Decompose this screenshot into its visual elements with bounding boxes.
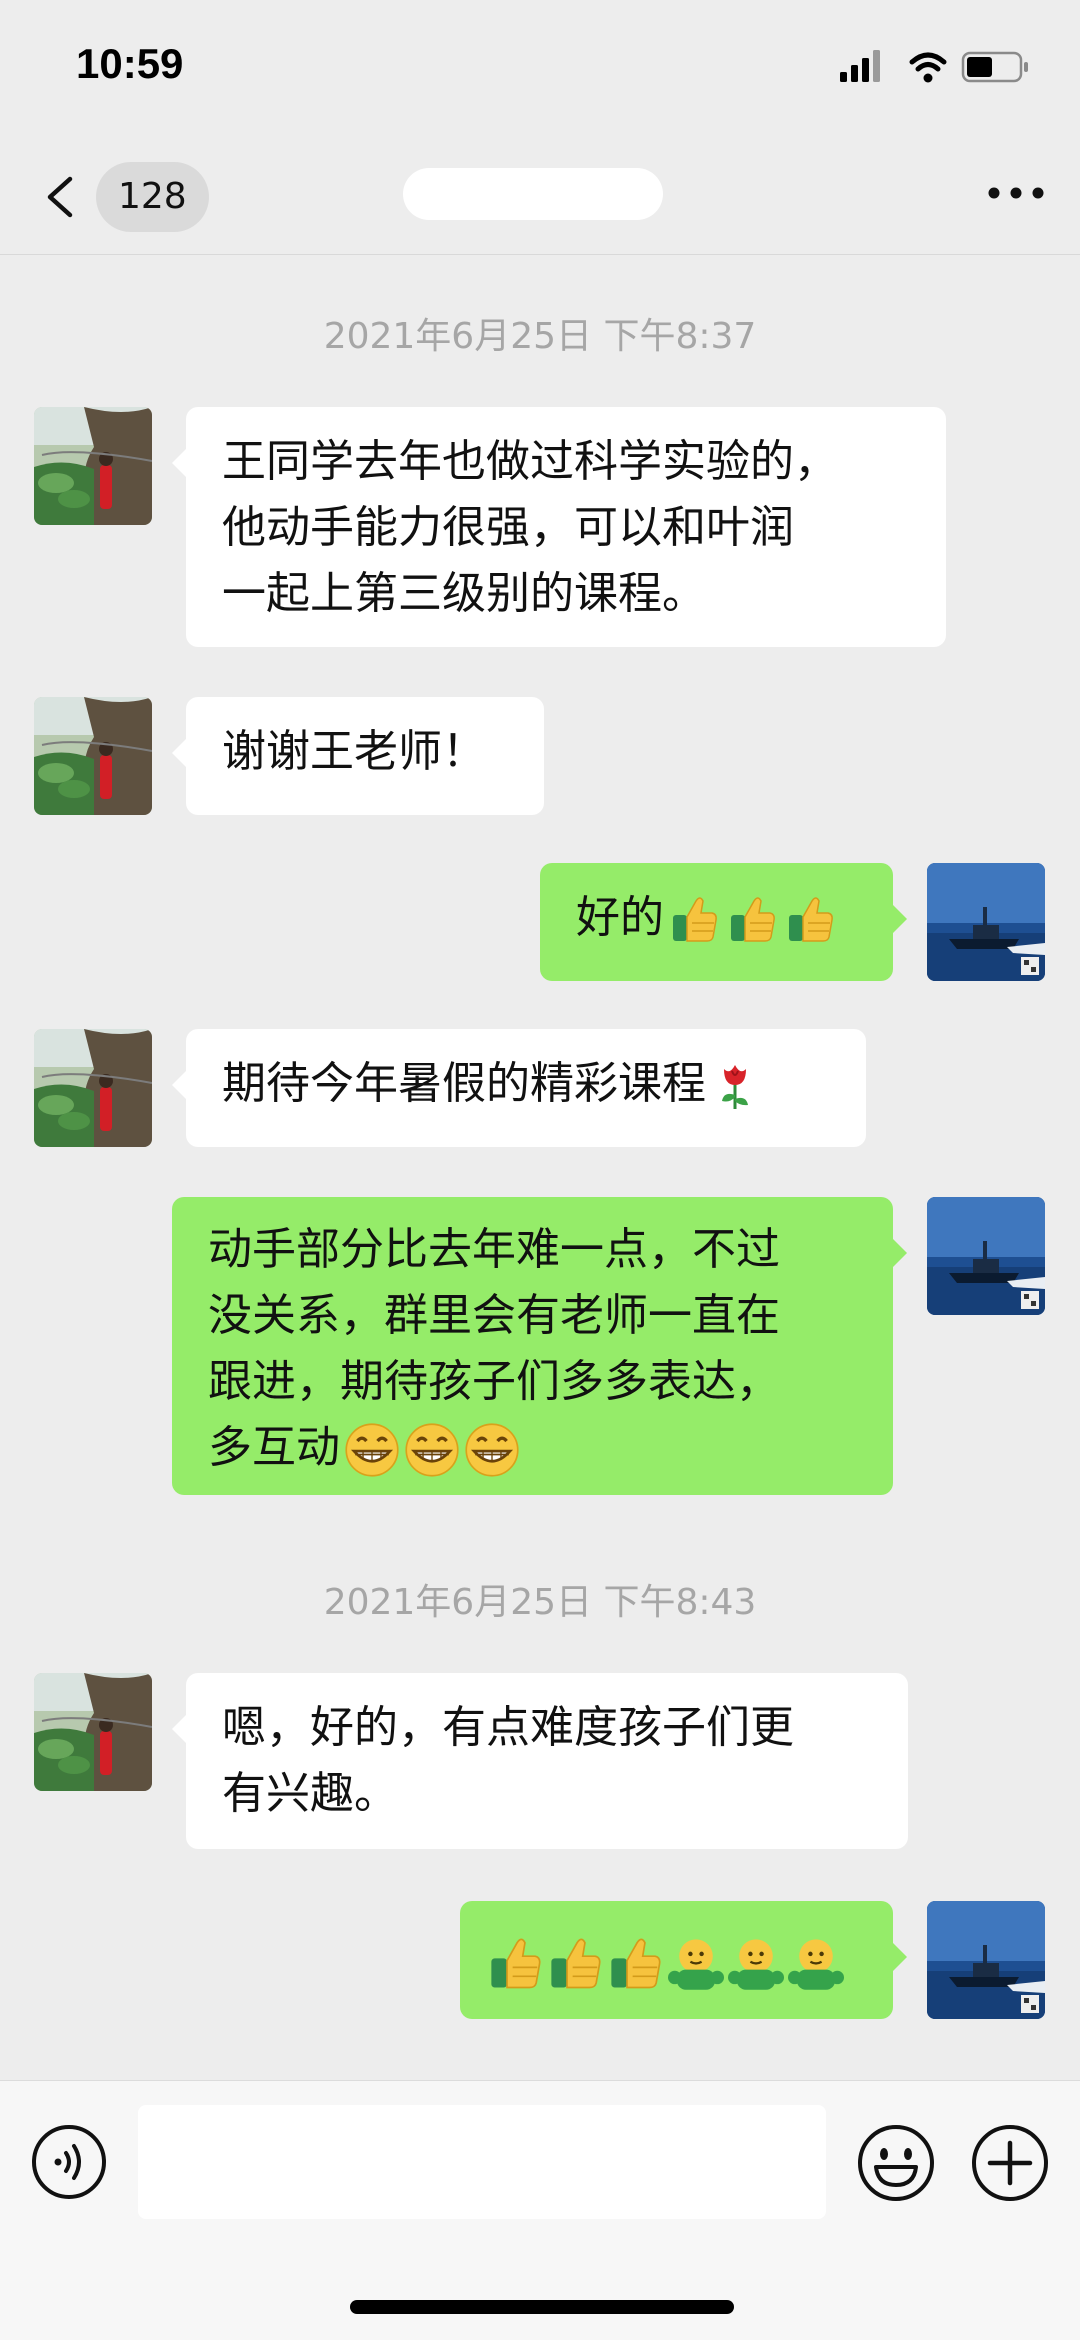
message-bubble-outgoing[interactable]: 好的 bbox=[540, 863, 907, 981]
avatar-self[interactable] bbox=[927, 1197, 1045, 1315]
message-list[interactable]: 2021年6月25日 下午8:37 王同学去年也做过科学实验的， 他动手能力很强… bbox=[0, 255, 1080, 2075]
message-text: 一起上第三级别的课程。 bbox=[222, 568, 706, 619]
status-bar: 10:59 bbox=[0, 0, 1080, 140]
thumbs-up-icon bbox=[730, 897, 775, 942]
back-button[interactable]: 128 bbox=[44, 162, 214, 232]
signal-icon bbox=[840, 50, 880, 82]
message-text: 谢谢王老师！ bbox=[222, 726, 486, 777]
message-bubble-incoming[interactable]: 谢谢王老师！ bbox=[172, 697, 544, 815]
message-text: 跟进，期待孩子们多多表达， bbox=[208, 1356, 780, 1407]
avatar[interactable] bbox=[34, 407, 152, 525]
avatar-self[interactable] bbox=[927, 863, 1045, 981]
timestamp: 2021年6月25日 下午8:43 bbox=[323, 1582, 757, 1623]
message-input[interactable] bbox=[138, 2105, 826, 2219]
message-text: 好的 bbox=[576, 892, 664, 943]
chat-title-redacted bbox=[403, 168, 663, 220]
message-text: 王同学去年也做过科学实验的， bbox=[222, 436, 838, 487]
thumbs-up-icon bbox=[672, 897, 717, 942]
grin-icon bbox=[464, 1422, 520, 1478]
thumbs-up-icon bbox=[610, 1938, 661, 1989]
avatar[interactable] bbox=[34, 697, 152, 815]
message-bubble-incoming[interactable]: 王同学去年也做过科学实验的， 他动手能力很强，可以和叶润 一起上第三级别的课程。 bbox=[172, 407, 946, 647]
grin-icon bbox=[404, 1422, 460, 1478]
timestamp: 2021年6月25日 下午8:37 bbox=[323, 316, 757, 357]
home-indicator[interactable] bbox=[350, 2300, 734, 2314]
avatar[interactable] bbox=[34, 1673, 152, 1791]
message-bubble-outgoing[interactable] bbox=[460, 1901, 907, 2019]
message-bubble-outgoing[interactable]: 动手部分比去年难一点，不过 没关系，群里会有老师一直在 跟进，期待孩子们多多表达… bbox=[172, 1197, 907, 1495]
message-text: 嗯，好的，有点难度孩子们更 bbox=[222, 1702, 794, 1753]
status-time: 10:59 bbox=[76, 40, 184, 87]
thumbs-up-icon bbox=[490, 1938, 541, 1989]
more-dots-icon[interactable] bbox=[986, 178, 1046, 208]
hug-icon bbox=[788, 1938, 844, 1991]
message-text: 多互动 bbox=[208, 1422, 340, 1473]
wifi-icon bbox=[909, 52, 947, 83]
thumbs-up-icon bbox=[550, 1938, 601, 1989]
voice-icon[interactable] bbox=[30, 2123, 108, 2201]
message-bubble-incoming[interactable]: 嗯，好的，有点难度孩子们更 有兴趣。 bbox=[172, 1673, 908, 1849]
message-text: 有兴趣。 bbox=[222, 1768, 398, 1819]
status-icons bbox=[840, 50, 1028, 83]
unread-count-badge: 128 bbox=[96, 162, 209, 232]
plus-icon[interactable] bbox=[970, 2123, 1050, 2203]
hug-icon bbox=[668, 1938, 724, 1991]
message-text: 他动手能力很强，可以和叶润 bbox=[222, 502, 794, 553]
thumbs-up-icon bbox=[788, 897, 833, 942]
message-text: 期待今年暑假的精彩课程 bbox=[222, 1058, 706, 1109]
grin-icon bbox=[344, 1422, 400, 1478]
battery-icon bbox=[961, 51, 1028, 83]
message-text: 动手部分比去年难一点，不过 bbox=[208, 1224, 780, 1275]
chevron-left-icon bbox=[47, 176, 73, 218]
message-text: 没关系，群里会有老师一直在 bbox=[208, 1290, 780, 1341]
chat-header: 128 bbox=[0, 140, 1080, 255]
message-bubble-incoming[interactable]: 期待今年暑假的精彩课程 bbox=[172, 1029, 866, 1147]
avatar[interactable] bbox=[34, 1029, 152, 1147]
rose-icon bbox=[720, 1063, 750, 1111]
smiley-icon[interactable] bbox=[856, 2123, 936, 2203]
hug-icon bbox=[728, 1938, 784, 1991]
avatar-self[interactable] bbox=[927, 1901, 1045, 2019]
